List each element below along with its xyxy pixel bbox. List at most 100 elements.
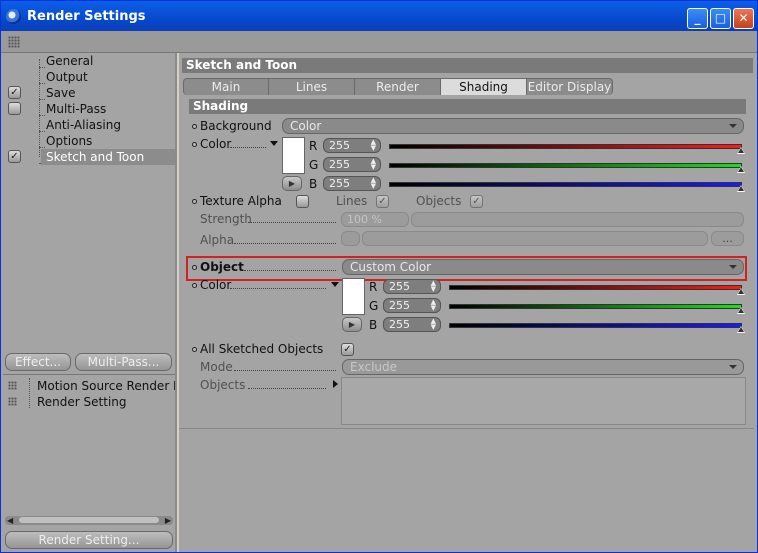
horizontal-scrollbar[interactable]: ◀ ▶ — [5, 516, 173, 525]
strength-input[interactable]: 100 % — [341, 212, 409, 227]
object-dropdown[interactable]: Custom Color — [342, 259, 744, 275]
strength-slider[interactable] — [411, 212, 744, 227]
chevron-down-icon — [729, 365, 737, 369]
all-sketched-objects-label: All Sketched Objects — [200, 342, 324, 356]
grip-icon[interactable] — [8, 36, 20, 48]
spinner-icon[interactable]: ▲ ▼ — [431, 299, 436, 312]
slider-handle-icon[interactable] — [737, 326, 745, 333]
slider-handle-icon[interactable] — [737, 307, 745, 314]
tab-main[interactable]: Main — [183, 78, 269, 95]
slider-handle-icon[interactable] — [737, 166, 745, 173]
spinner-icon[interactable]: ▲ ▼ — [371, 177, 376, 190]
blue-input[interactable]: 255 ▲ ▼ — [323, 176, 381, 191]
panel-title: Sketch and Toon — [182, 58, 753, 73]
mode-label: Mode — [200, 360, 233, 374]
app-icon — [6, 9, 21, 24]
mode-dropdown[interactable]: Exclude — [342, 359, 744, 375]
expand-arrow-button[interactable]: ▶ — [342, 317, 362, 332]
color-expand-icon[interactable] — [331, 282, 339, 287]
tree-connector — [39, 59, 40, 157]
save-checkbox[interactable]: ✓ — [8, 86, 21, 99]
green-input[interactable]: 255 ▲ ▼ — [323, 157, 381, 172]
lines-checkbox[interactable]: ✓ — [376, 195, 389, 208]
close-button[interactable]: ✕ — [733, 8, 754, 29]
spinner-icon[interactable]: ▲ ▼ — [431, 280, 436, 293]
blue-slider[interactable] — [449, 323, 742, 328]
color-swatch[interactable] — [342, 278, 365, 315]
slider-handle-icon[interactable] — [737, 185, 745, 192]
tree-item-output[interactable]: Output — [46, 69, 88, 85]
shading-section-title: Shading — [189, 99, 746, 114]
color-expand-icon[interactable] — [270, 141, 278, 146]
bullet-icon — [192, 142, 197, 147]
maximize-button[interactable]: □ — [710, 8, 731, 29]
blue-input[interactable]: 255 ▲ ▼ — [383, 317, 441, 332]
sketch-toon-checkbox[interactable]: ✓ — [8, 150, 21, 163]
tab-render[interactable]: Render — [355, 78, 441, 95]
red-slider[interactable] — [449, 285, 742, 290]
spinner-icon[interactable]: ▲ ▼ — [371, 139, 376, 152]
tree-item-save[interactable]: Save — [46, 85, 75, 101]
effect-button[interactable]: Effect... — [5, 353, 71, 371]
scroll-left-icon[interactable]: ◀ — [7, 516, 13, 525]
spinner-icon[interactable]: ▲ ▼ — [431, 318, 436, 331]
tab-shading[interactable]: Shading — [441, 78, 527, 95]
slider-handle-icon[interactable] — [737, 147, 745, 154]
expand-arrow-button[interactable]: ▶ — [282, 176, 302, 191]
render-setting-item[interactable]: Render Setting — [37, 394, 127, 410]
red-input[interactable]: 255 ▲ ▼ — [323, 138, 381, 153]
alpha-browse-button[interactable]: ... — [711, 231, 744, 246]
multipass-button[interactable]: Multi-Pass... — [75, 353, 172, 371]
green-input[interactable]: 255 ▲ ▼ — [383, 298, 441, 313]
bullet-icon — [192, 347, 197, 352]
r-label: R — [369, 280, 378, 294]
tab-lines[interactable]: Lines — [269, 78, 355, 95]
alpha-toggle[interactable] — [341, 231, 360, 246]
bullet-icon — [192, 199, 197, 204]
toolbar — [1, 31, 757, 53]
bullet-icon — [192, 283, 197, 288]
objects-expand-icon[interactable] — [333, 380, 338, 388]
green-slider[interactable] — [389, 163, 742, 168]
objects-list-label: Objects — [200, 378, 246, 392]
tree-item-general[interactable]: General — [46, 53, 93, 69]
alpha-field[interactable] — [362, 231, 708, 246]
chevron-down-icon — [729, 265, 737, 269]
objects-checkbox[interactable]: ✓ — [470, 195, 483, 208]
bullet-icon — [192, 124, 197, 129]
color-swatch[interactable] — [282, 137, 305, 174]
slider-handle-icon[interactable] — [737, 288, 745, 295]
lines-label: Lines — [336, 194, 368, 208]
multipass-checkbox[interactable] — [8, 102, 21, 115]
tree-item-options[interactable]: Options — [46, 133, 92, 149]
r-label: R — [309, 139, 318, 153]
blue-slider[interactable] — [389, 182, 742, 187]
background-dropdown[interactable]: Color — [282, 118, 744, 134]
scroll-right-icon[interactable]: ▶ — [165, 516, 171, 525]
b-label: B — [309, 177, 318, 191]
tab-editor-display[interactable]: Editor Display — [527, 78, 613, 95]
objects-list[interactable] — [341, 377, 746, 425]
all-sketched-objects-checkbox[interactable]: ✓ — [341, 343, 354, 356]
title-bar: Render Settings _ □ ✕ — [1, 1, 757, 31]
tree-item-sketch-and-toon[interactable]: Sketch and Toon — [46, 149, 144, 165]
texture-alpha-checkbox[interactable] — [296, 195, 309, 208]
tree-item-multipass[interactable]: Multi-Pass — [46, 101, 106, 117]
green-slider[interactable] — [449, 304, 742, 309]
color-label: Color — [200, 137, 232, 151]
object-label: Object — [200, 260, 244, 274]
alpha-label: Alpha — [200, 233, 235, 247]
tree-item-antialiasing[interactable]: Anti-Aliasing — [46, 117, 121, 133]
spinner-icon[interactable]: ▲ ▼ — [371, 158, 376, 171]
g-label: G — [309, 158, 319, 172]
minimize-button[interactable]: _ — [687, 8, 708, 29]
g-label: G — [369, 299, 379, 313]
window-title: Render Settings — [27, 9, 146, 24]
render-setting-item-motion-source[interactable]: Motion Source Render D — [37, 378, 175, 394]
red-slider[interactable] — [389, 144, 742, 149]
render-setting-button[interactable]: Render Setting... — [5, 531, 173, 549]
red-input[interactable]: 255 ▲ ▼ — [383, 279, 441, 294]
render-settings-window: Render Settings _ □ ✕ General Output ✓ S… — [0, 0, 758, 553]
background-label: Background — [200, 119, 272, 133]
scrollbar-thumb[interactable] — [19, 517, 159, 523]
